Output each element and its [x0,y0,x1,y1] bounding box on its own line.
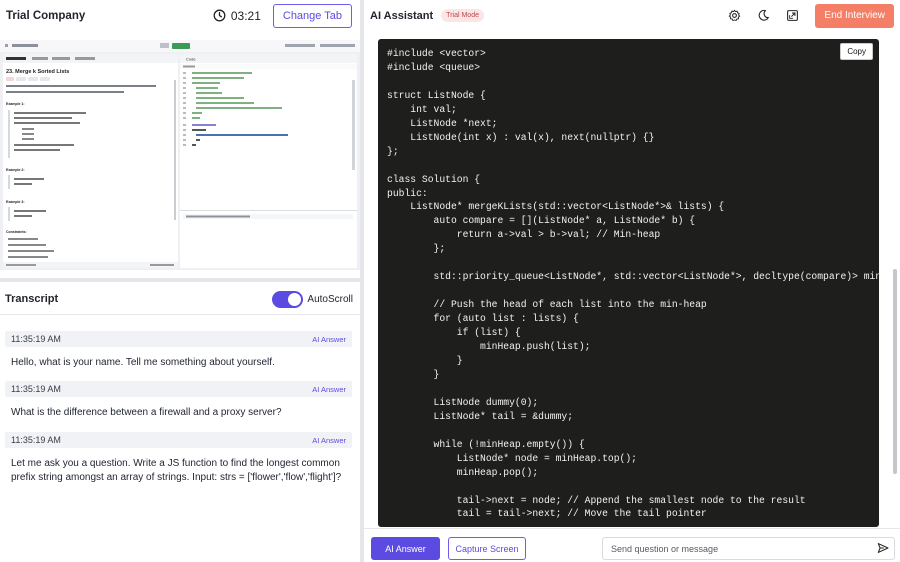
transcript-item: 11:35:19 AM AI Answer Let me ask you a q… [5,432,352,485]
ai-answer-link[interactable]: AI Answer [312,385,346,394]
ai-answer-link[interactable]: AI Answer [312,335,346,344]
moon-icon[interactable] [757,9,770,22]
autoscroll-toggle[interactable] [272,290,304,308]
svg-text:Example 2:: Example 2: [6,168,24,172]
message-time: 11:35:19 AM [11,334,61,344]
assistant-header: AI Assistant Trial Mode End Interview [364,0,900,31]
left-panel: Trial Company 03:21 Change Tab 23. Merge… [0,0,360,562]
toggle-knob [288,292,302,306]
preview-canvas: 23. Merge k Sorted Lists Example 1: Exam… [0,40,360,270]
company-name: Trial Company [6,9,86,22]
message-meta: 11:35:19 AM AI Answer [5,432,352,448]
message-time: 11:35:19 AM [11,384,61,394]
svg-text:Example 3:: Example 3: [6,200,24,204]
scrollbar[interactable] [892,39,898,527]
timer-value: 03:21 [230,8,261,23]
ai-answer-button[interactable]: AI Answer [371,537,440,560]
scrollbar-thumb[interactable] [893,269,897,474]
gear-icon[interactable] [728,9,741,22]
question-input[interactable] [602,537,895,560]
svg-text:Example 1:: Example 1: [6,102,24,106]
transcript-list: 11:35:19 AM AI Answer Hello, what is you… [5,331,352,485]
left-header: Trial Company 03:21 Change Tab [0,0,360,31]
message-text: What is the difference between a firewal… [11,407,282,418]
message-meta: 11:35:19 AM AI Answer [5,381,352,397]
copy-button[interactable]: Copy [840,43,873,60]
code-block: #include <vector> #include <queue> struc… [378,39,879,527]
end-interview-button[interactable]: End Interview [815,3,894,28]
svg-text:Constraints:: Constraints: [6,230,27,234]
capture-screen-button[interactable]: Capture Screen [448,537,526,560]
message-text: Let me ask you a question. Write a JS fu… [11,458,342,483]
assistant-panel: AI Assistant Trial Mode End Interview #i… [364,0,900,562]
change-tab-button[interactable]: Change Tab [272,3,352,28]
message-meta: 11:35:19 AM AI Answer [5,331,352,347]
popout-icon[interactable] [786,9,799,22]
autoscroll-label: AutoScroll [307,293,353,305]
transcript-item: 11:35:19 AM AI Answer Hello, what is you… [5,331,352,381]
preview-divider[interactable] [0,278,360,282]
code-text: #include <vector> #include <queue> struc… [387,48,879,520]
transcript-title: Transcript [5,293,59,305]
assistant-footer: AI Answer Capture Screen [364,528,900,562]
message-text: Hello, what is your name. Tell me someth… [11,357,275,368]
transcript-header: Transcript AutoScroll [0,286,360,312]
preview-problem-title: 23. Merge k Sorted Lists [6,69,69,75]
send-icon[interactable] [877,542,889,554]
preview-code-tab: Code [186,57,196,62]
assistant-title: AI Assistant [370,9,434,22]
transcript-divider [0,314,360,315]
transcript-item: 11:35:19 AM AI Answer What is the differ… [5,381,352,432]
ai-answer-link[interactable]: AI Answer [312,436,346,445]
timer: 03:21 [213,9,261,23]
message-time: 11:35:19 AM [11,435,61,445]
screen-preview: 23. Merge k Sorted Lists Example 1: Exam… [0,40,360,270]
trial-mode-badge: Trial Mode [441,9,484,22]
clock-icon [213,9,226,22]
